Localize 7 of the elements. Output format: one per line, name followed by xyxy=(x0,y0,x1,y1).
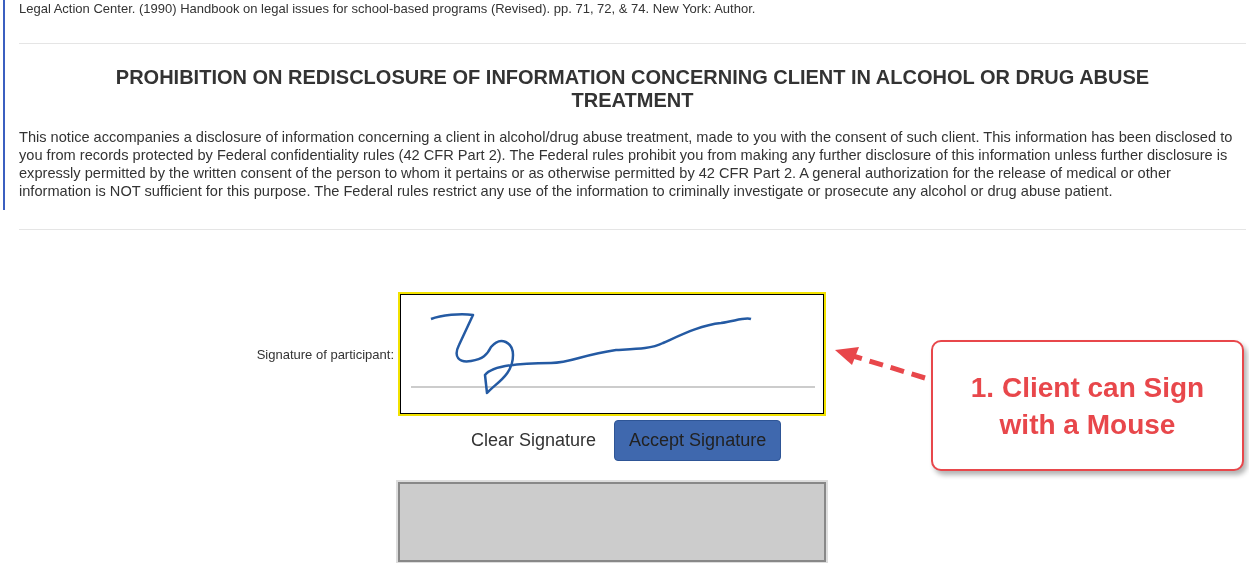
notice-text: This notice accompanies a disclosure of information concerning a client in alcohol/drug abuse treatment, made to you with the consent of such client. This information has been disclosed to you from records protected by Federal confidentiality rules (42 CFR Part 2). The Federal rules prohibit you from making any further disclosure of this information unless further disclosure is expressly permitted by the written consent of the person to whom it pertains or as otherwise permitted by 42 CFR Part 2. A general authorization for the release of medical or other information is NOT sufficient for this purpose. The Federal rules restrict any use of the information to criminally investigate or prosecute any alcohol or drug abuse patient. xyxy=(19,128,1234,200)
callout-text: 1. Client can Sign with a Mouse xyxy=(969,370,1206,442)
signature-label: Signature of participant: xyxy=(256,347,394,362)
clear-signature-button[interactable]: Clear Signature xyxy=(463,423,605,458)
reference-text: Legal Action Center. (1990) Handbook on legal issues for school-based programs (Revised). pp. 71, 72, & 74. New York: Author. xyxy=(19,0,757,18)
signature-pad[interactable] xyxy=(398,292,826,416)
notice-title: PROHIBITION ON REDISCLOSURE OF INFORMATION CONCERNING CLIENT IN ALCOHOL OR DRUG ABUSE TREATMENT xyxy=(114,65,1151,113)
